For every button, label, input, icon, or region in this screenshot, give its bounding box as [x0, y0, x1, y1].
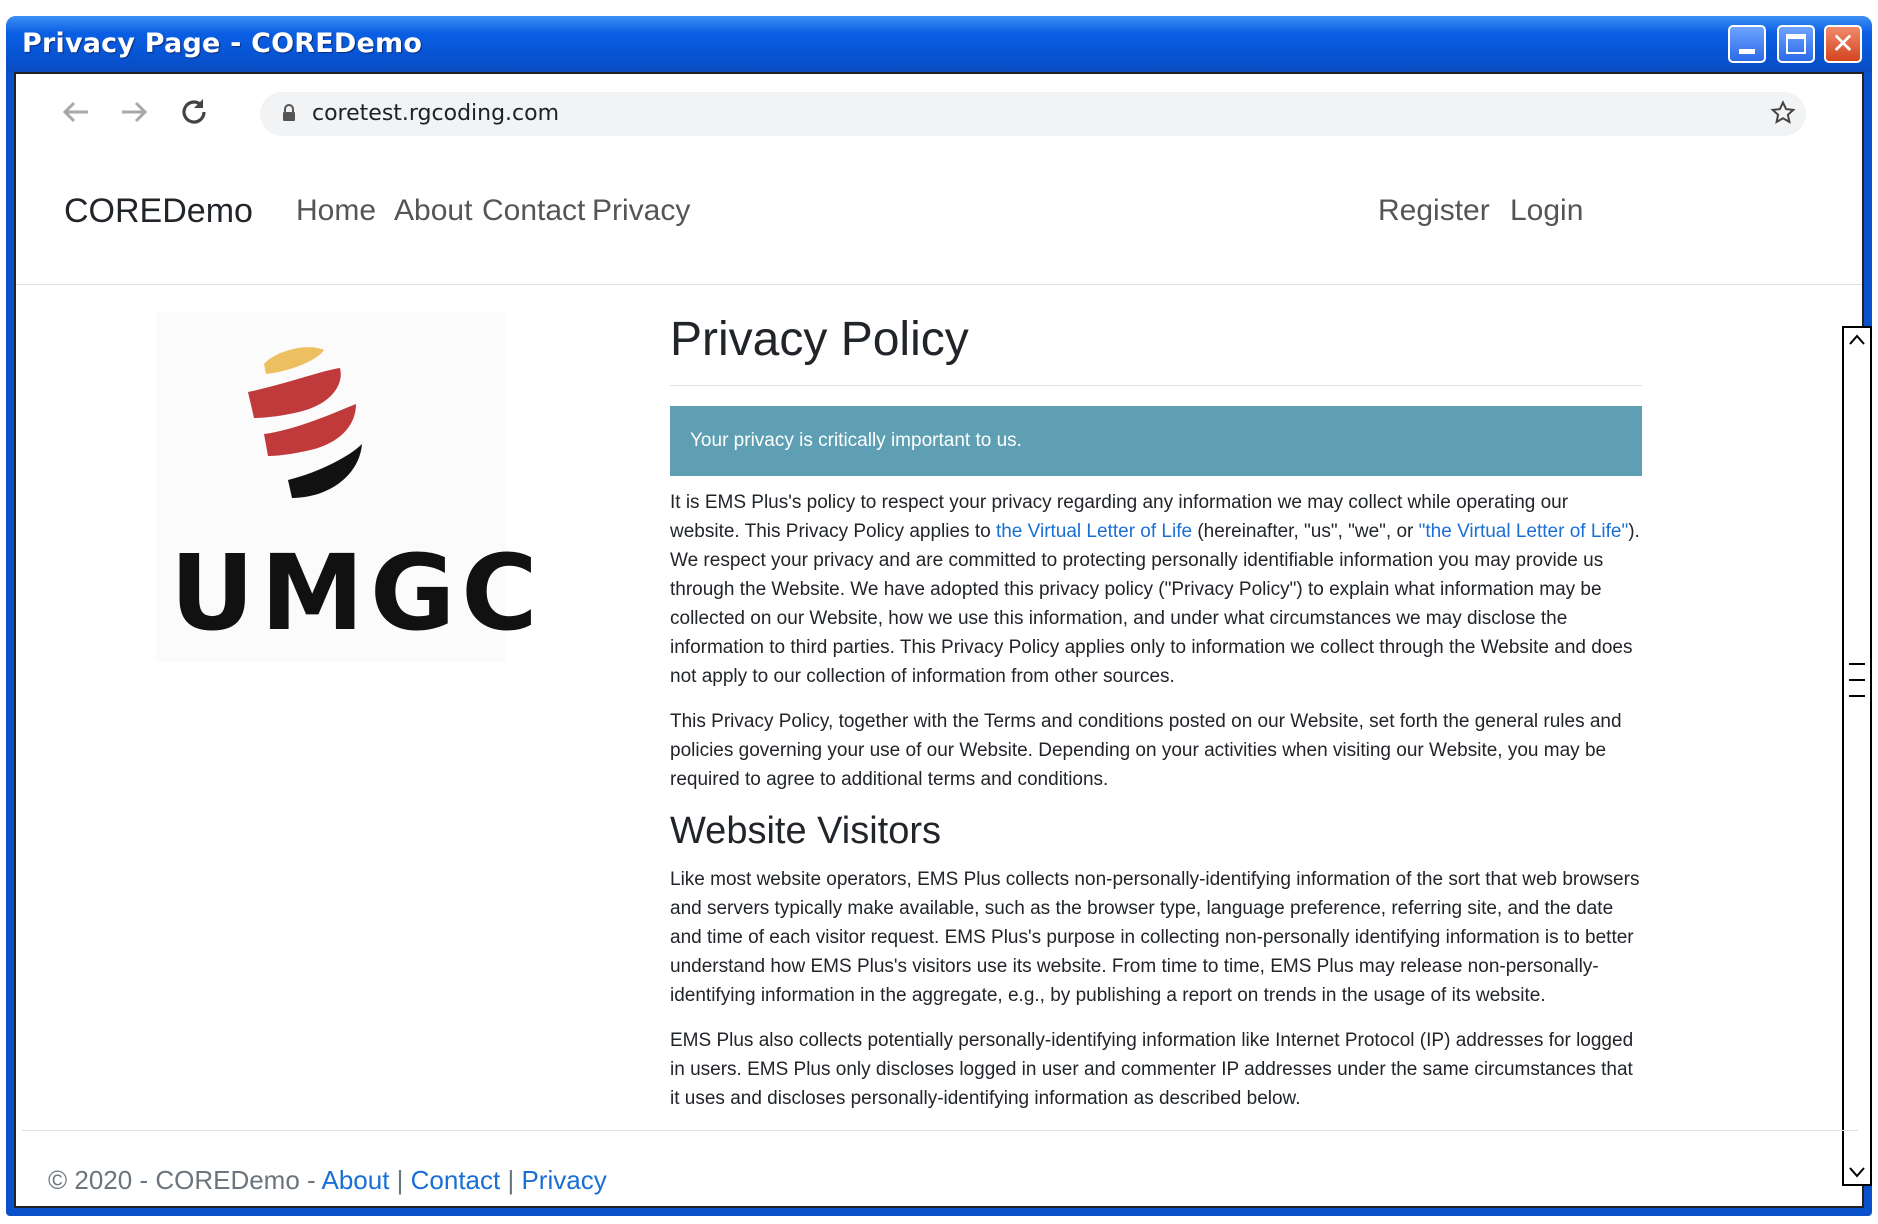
- close-icon: ✕: [1831, 27, 1855, 60]
- nav-link-contact[interactable]: Contact: [482, 194, 585, 228]
- window-title: Privacy Page - COREDemo: [22, 28, 423, 59]
- bookmark-star-icon[interactable]: [1770, 100, 1796, 126]
- section-heading-website-visitors: Website Visitors: [670, 810, 942, 852]
- app-window: Privacy Page - COREDemo ✕ coretest.rgcod…: [6, 16, 1872, 1216]
- logo-text: UMGC: [170, 532, 544, 654]
- nav-link-privacy[interactable]: Privacy: [592, 194, 690, 228]
- copyright-text: © 2020 - COREDemo -: [48, 1165, 322, 1195]
- browser-toolbar: coretest.rgcoding.com: [16, 74, 1862, 154]
- back-button[interactable]: [54, 90, 98, 134]
- vertical-scrollbar[interactable]: [1842, 326, 1872, 1186]
- globe-stripes-icon: [248, 347, 362, 498]
- nav-link-login[interactable]: Login: [1510, 194, 1583, 228]
- maximize-button[interactable]: [1777, 25, 1815, 63]
- footer-separator: |: [500, 1165, 522, 1195]
- policy-paragraph-4: EMS Plus also collects potentially perso…: [670, 1030, 1634, 1109]
- nav-link-register[interactable]: Register: [1378, 194, 1490, 228]
- minimize-button[interactable]: [1728, 25, 1766, 63]
- scroll-up-icon[interactable]: [1844, 330, 1870, 350]
- footer-link-contact[interactable]: Contact: [411, 1165, 501, 1195]
- nav-link-home[interactable]: Home: [296, 194, 376, 228]
- reload-button[interactable]: [172, 90, 216, 134]
- footer-text: © 2020 - COREDemo - About | Contact | Pr…: [48, 1165, 607, 1196]
- umgc-logo: UMGC: [156, 312, 538, 662]
- site-footer: © 2020 - COREDemo - About | Contact | Pr…: [22, 1130, 1858, 1209]
- site-navbar: COREDemo Home About Contact Privacy Regi…: [16, 154, 1862, 285]
- site-brand[interactable]: COREDemo: [64, 192, 253, 231]
- main-content: Privacy Policy Your privacy is criticall…: [670, 298, 1642, 1138]
- lock-icon: [283, 104, 295, 121]
- p1-text-b: (hereinafter, "us", "we", or: [1192, 521, 1419, 542]
- close-button[interactable]: ✕: [1824, 25, 1862, 63]
- back-arrow-icon: [62, 101, 88, 123]
- footer-link-about[interactable]: About: [321, 1165, 389, 1195]
- info-alert: Your privacy is critically important to …: [670, 406, 1642, 476]
- scroll-thumb-grip-icon[interactable]: [1844, 660, 1870, 704]
- policy-paragraph-1: It is EMS Plus's policy to respect your …: [670, 488, 1642, 691]
- policy-paragraph-2: This Privacy Policy, together with the T…: [670, 711, 1622, 790]
- address-bar[interactable]: coretest.rgcoding.com: [260, 92, 1806, 136]
- page-title: Privacy Policy: [670, 298, 1642, 386]
- nav-link-about[interactable]: About: [394, 194, 472, 228]
- title-bar[interactable]: Privacy Page - COREDemo ✕: [6, 16, 1872, 72]
- alert-text: Your privacy is critically important to …: [690, 430, 1022, 451]
- virtual-letter-quoted-link[interactable]: "the Virtual Letter of Life": [1419, 521, 1629, 542]
- footer-link-privacy[interactable]: Privacy: [521, 1165, 606, 1195]
- virtual-letter-link[interactable]: the Virtual Letter of Life: [996, 521, 1192, 542]
- policy-paragraph-3: Like most website operators, EMS Plus co…: [670, 869, 1640, 1006]
- footer-separator: |: [389, 1165, 411, 1195]
- forward-arrow-icon: [122, 101, 148, 123]
- url-text: coretest.rgcoding.com: [312, 101, 560, 126]
- browser-client-area: coretest.rgcoding.com COREDemo Home Abou…: [14, 72, 1872, 1208]
- reload-icon: [182, 99, 206, 124]
- p1-text-c: ). We respect your privacy and are commi…: [670, 521, 1640, 687]
- forward-button[interactable]: [112, 90, 156, 134]
